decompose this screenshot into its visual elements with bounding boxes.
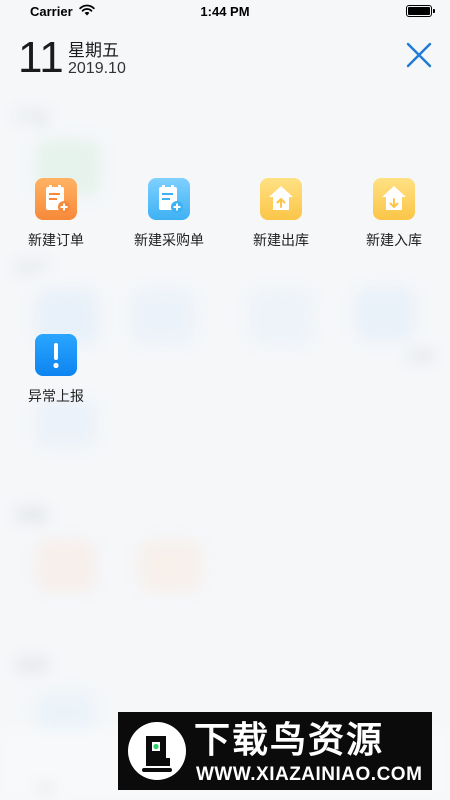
date-year-month: 2019.10 [68, 60, 126, 77]
status-bar: Carrier 1:44 PM [0, 0, 450, 22]
new-order-button[interactable]: 新建订单 [0, 178, 112, 250]
status-time: 1:44 PM [200, 4, 250, 19]
watermark-banner: 下载鸟资源 WWW.XIAZAINIAO.COM [118, 712, 432, 790]
new-order-label: 新建订单 [28, 232, 84, 248]
watermark-url: WWW.XIAZAINIAO.COM [196, 764, 423, 785]
new-stock-in-label: 新建入库 [366, 232, 422, 248]
new-purchase-order-icon [148, 178, 190, 220]
new-purchase-order-label: 新建采购单 [134, 232, 204, 248]
close-icon [406, 42, 432, 68]
date-weekday: 星期五 [68, 41, 119, 60]
date-day: 11 [18, 33, 64, 82]
exception-report-icon [35, 334, 77, 376]
close-button[interactable] [402, 38, 436, 72]
exception-report-label: 异常上报 [28, 388, 84, 404]
exception-report-button[interactable]: 异常上报 [0, 334, 112, 406]
watermark-title: 下载鸟资源 [194, 719, 385, 760]
new-stock-in-button[interactable]: 新建入库 [338, 178, 450, 250]
stock-out-icon [260, 178, 302, 220]
new-stock-out-label: 新建出库 [253, 232, 309, 248]
battery-icon [406, 5, 435, 17]
new-purchase-order-button[interactable]: 新建采购单 [113, 178, 225, 250]
new-order-icon [35, 178, 77, 220]
bird-logo-icon [128, 722, 186, 780]
new-stock-out-button[interactable]: 新建出库 [225, 178, 337, 250]
stock-in-icon [373, 178, 415, 220]
